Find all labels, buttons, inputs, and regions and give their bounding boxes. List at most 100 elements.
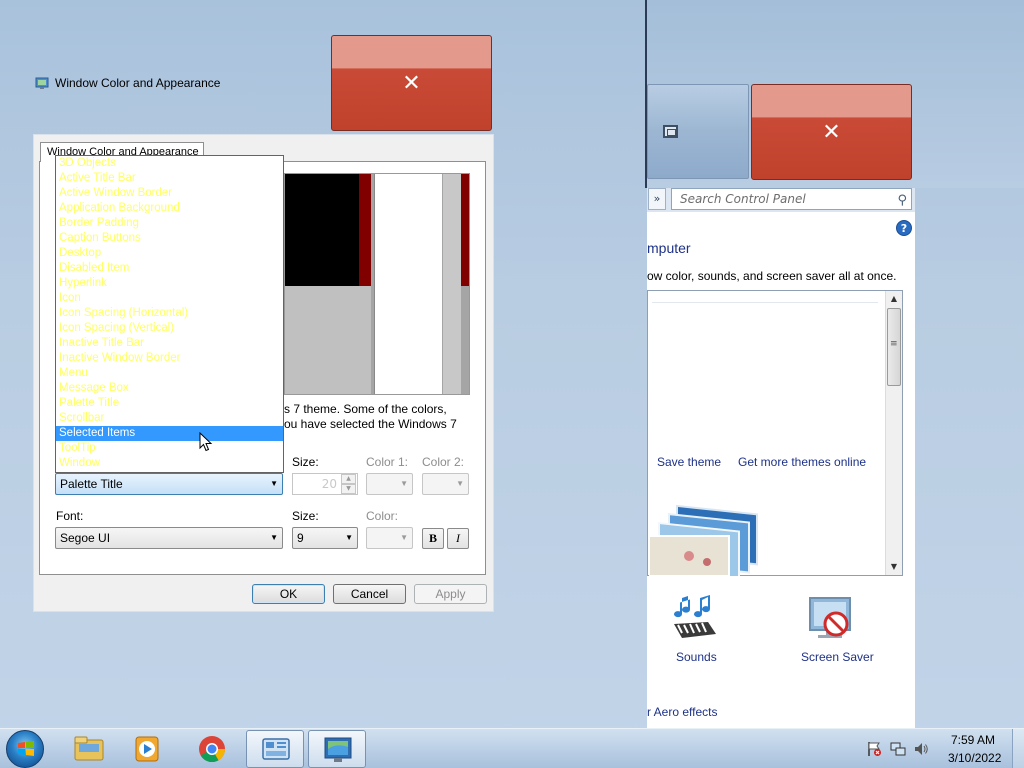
save-theme-link[interactable]: Save theme [657, 455, 721, 469]
control-panel-search-input[interactable]: Search Control Panel ⚲ [671, 188, 912, 210]
taskbar-window-color-button[interactable] [308, 730, 366, 768]
item-option[interactable]: Inactive Title Bar [56, 336, 283, 351]
description-line-2: ou have selected the Windows 7 [284, 417, 457, 431]
chevron-down-icon: ▼ [270, 533, 278, 542]
preview-message-box [374, 174, 442, 394]
chevron-down-icon: ▼ [345, 533, 353, 542]
sounds-link[interactable]: Sounds [676, 650, 717, 664]
aero-effects-link[interactable]: r Aero effects [647, 705, 717, 719]
clock-time[interactable]: 7:59 AM [951, 733, 995, 747]
font-label: Font: [56, 509, 84, 523]
item-select[interactable]: Palette Title ▼ [55, 473, 283, 495]
item-option[interactable]: 3D Objects [56, 156, 283, 171]
show-desktop-button[interactable] [1012, 729, 1024, 768]
preview-border [359, 174, 371, 286]
description-line-1: s 7 theme. Some of the colors, [284, 402, 447, 416]
restore-button[interactable] [647, 84, 749, 179]
taskbar-control-panel-button[interactable] [246, 730, 304, 768]
dialog-close-button[interactable]: ✕ [331, 35, 492, 131]
action-center-icon[interactable] [866, 741, 882, 757]
help-icon[interactable]: ? [896, 220, 912, 236]
chevron-down-icon: ▼ [270, 479, 278, 488]
item-option[interactable]: Message Box [56, 381, 283, 396]
item-size-value: 20 [321, 477, 337, 491]
color2-picker[interactable]: ▼ [422, 473, 469, 495]
item-option[interactable]: Icon Spacing (Vertical) [56, 321, 283, 336]
control-panel-close-button[interactable]: ✕ [751, 84, 912, 180]
item-select-value: Palette Title [60, 477, 123, 491]
item-dropdown-list[interactable]: 3D Objects Active Title Bar Active Window … [55, 155, 284, 473]
font-size-label: Size: [292, 509, 319, 523]
item-option[interactable]: Desktop [56, 246, 283, 261]
cancel-button[interactable]: Cancel [333, 584, 406, 604]
scroll-down-icon[interactable]: ▼ [886, 559, 902, 575]
clock-date[interactable]: 3/10/2022 [948, 751, 1001, 765]
desktop-background-icon[interactable] [649, 500, 764, 576]
chevron-down-icon: ▼ [400, 479, 408, 488]
font-size-select[interactable]: 9 ▼ [292, 527, 358, 549]
address-dropdown-icon[interactable]: » [648, 188, 666, 210]
taskbar-chrome-button[interactable] [183, 730, 241, 768]
bold-button[interactable]: B [422, 528, 444, 549]
screen-saver-icon[interactable] [806, 594, 858, 644]
item-option[interactable]: Palette Title [56, 396, 283, 411]
window-color-icon [324, 737, 352, 762]
chevron-down-icon: ▼ [456, 479, 464, 488]
item-option[interactable]: Application Background [56, 201, 283, 216]
item-option[interactable]: Active Window Border [56, 186, 283, 201]
item-option[interactable]: Hyperlink [56, 276, 283, 291]
preview-inactive-window [285, 174, 359, 286]
item-option[interactable]: Selected Items [56, 426, 283, 441]
item-size-label: Size: [292, 455, 319, 469]
item-option[interactable]: Icon [56, 291, 283, 306]
network-icon[interactable] [890, 741, 906, 757]
personalize-subtext: ow color, sounds, and screen saver all a… [647, 269, 897, 283]
dialog-description: s 7 theme. Some of the colors, ou have s… [284, 402, 474, 432]
sounds-icon[interactable] [668, 594, 720, 644]
italic-button[interactable]: I [447, 528, 469, 549]
item-size-stepper[interactable]: 20 ▲ ▼ [292, 473, 358, 495]
font-select[interactable]: Segoe UI ▼ [55, 527, 283, 549]
mouse-cursor-icon [199, 432, 213, 452]
media-player-icon [135, 736, 159, 762]
font-color-picker[interactable]: ▼ [366, 527, 413, 549]
taskbar-explorer-button[interactable] [60, 730, 118, 768]
ok-button[interactable]: OK [252, 584, 325, 604]
search-placeholder: Search Control Panel [680, 192, 806, 206]
item-option[interactable]: Active Title Bar [56, 171, 283, 186]
item-option[interactable]: Inactive Window Border [56, 351, 283, 366]
item-option[interactable]: Icon Spacing (Horizontal) [56, 306, 283, 321]
item-option[interactable]: Caption Buttons [56, 231, 283, 246]
spin-down-icon[interactable]: ▼ [341, 484, 356, 494]
scroll-up-icon[interactable]: ▲ [886, 291, 902, 307]
spin-up-icon[interactable]: ▲ [341, 474, 356, 484]
themes-divider [652, 302, 878, 303]
item-option[interactable]: Scrollbar [56, 411, 283, 426]
item-option[interactable]: ToolTip [56, 441, 283, 456]
color1-picker[interactable]: ▼ [366, 473, 413, 495]
restore-icon [663, 125, 678, 138]
window-color-icon [35, 77, 49, 89]
font-color-label: Color: [366, 509, 399, 523]
volume-icon[interactable] [913, 741, 929, 757]
chrome-icon [199, 736, 226, 763]
folder-icon [74, 736, 104, 761]
appearance-preview[interactable] [284, 173, 470, 395]
font-size-value: 9 [297, 531, 304, 545]
item-option[interactable]: Border Padding [56, 216, 283, 231]
screen-saver-link[interactable]: Screen Saver [801, 650, 874, 664]
apply-button[interactable]: Apply [414, 584, 487, 604]
get-more-themes-link[interactable]: Get more themes online [738, 455, 866, 469]
item-option[interactable]: Menu [56, 366, 283, 381]
search-icon[interactable]: ⚲ [897, 191, 907, 211]
item-option[interactable]: Disabled Item [56, 261, 283, 276]
themes-scrollbar[interactable]: ▲ ▼ [885, 291, 902, 575]
personalize-heading: mputer [647, 240, 691, 256]
preview-scrollbar [443, 174, 461, 394]
item-option[interactable]: Window [56, 456, 283, 471]
taskbar-media-player-button[interactable] [119, 730, 177, 768]
windows-logo-icon [18, 741, 34, 756]
start-button[interactable] [6, 730, 44, 768]
scroll-thumb[interactable] [887, 308, 901, 386]
preview-border-right [461, 174, 469, 286]
